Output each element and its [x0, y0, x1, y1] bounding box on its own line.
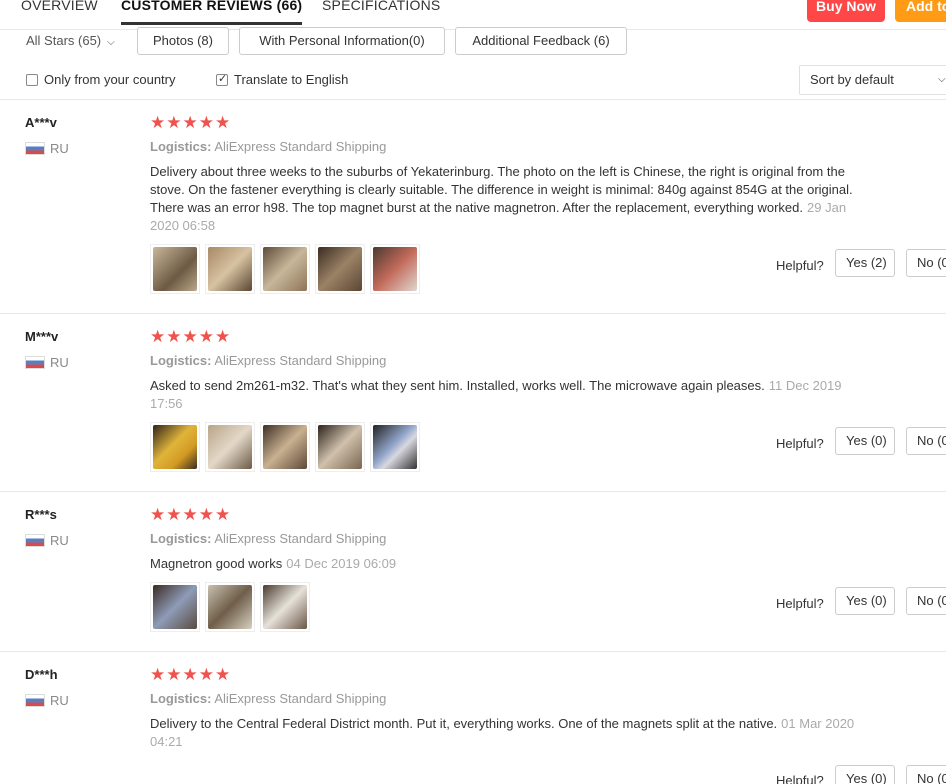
review-photo-thumbnail[interactable] [260, 582, 310, 632]
helpful-no-button[interactable]: No (0) [906, 587, 946, 615]
star-rating: ★★★★★ [150, 113, 232, 132]
review-photo-thumbnail[interactable] [315, 244, 365, 294]
star-rating: ★★★★★ [150, 327, 232, 346]
tab-bar: OVERVIEW CUSTOMER REVIEWS (66) SPECIFICA… [0, 0, 946, 30]
helpful-yes-button[interactable]: Yes (0) [835, 587, 895, 615]
logistics-value: AliExpress Standard Shipping [214, 691, 387, 706]
review-date: 04 Dec 2019 06:09 [286, 556, 397, 571]
country-code: RU [50, 141, 69, 156]
flag-icon [25, 694, 45, 707]
logistics-value: AliExpress Standard Shipping [214, 139, 387, 154]
personal-info-filter-button[interactable]: With Personal Information(0) [239, 27, 445, 55]
star-filter-select[interactable]: All Stars (65) ⌵ [26, 33, 115, 48]
only-country-checkbox[interactable] [26, 73, 38, 86]
review-photo-thumbnail[interactable] [205, 244, 255, 294]
reviewer-country: RU [25, 355, 69, 370]
review-text: Delivery about three weeks to the suburb… [150, 163, 875, 235]
reviewer-name: M***v [25, 329, 59, 344]
reviewer-name: D***h [25, 667, 58, 682]
divider [0, 313, 946, 314]
logistics-info: Logistics: AliExpress Standard Shipping [150, 531, 386, 546]
logistics-label: Logistics: [150, 353, 212, 368]
review-photo-thumbnail[interactable] [260, 422, 310, 472]
review-body: Delivery about three weeks to the suburb… [150, 164, 853, 215]
logistics-label: Logistics: [150, 691, 212, 706]
review-photo-thumbnail[interactable] [370, 422, 420, 472]
review-photos [150, 244, 425, 294]
review-photo-thumbnail[interactable] [315, 422, 365, 472]
logistics-value: AliExpress Standard Shipping [214, 531, 387, 546]
additional-feedback-filter-button[interactable]: Additional Feedback (6) [455, 27, 627, 55]
helpful-label: Helpful? [776, 258, 824, 273]
only-country-label: Only from your country [44, 72, 176, 87]
reviewer-country: RU [25, 533, 69, 548]
sort-select[interactable]: Sort by default ⌵ [799, 65, 946, 95]
add-to-cart-button[interactable]: Add to [895, 0, 946, 22]
logistics-info: Logistics: AliExpress Standard Shipping [150, 353, 386, 368]
translate-option[interactable]: Translate to English [216, 72, 348, 87]
review-body: Magnetron good works [150, 556, 283, 571]
review-photo-thumbnail[interactable] [205, 582, 255, 632]
review-photo-thumbnail[interactable] [370, 244, 420, 294]
tab-overview[interactable]: OVERVIEW [21, 0, 98, 13]
flag-icon [25, 534, 45, 547]
country-code: RU [50, 693, 69, 708]
country-code: RU [50, 355, 69, 370]
review-photo-thumbnail[interactable] [150, 422, 200, 472]
logistics-value: AliExpress Standard Shipping [214, 353, 387, 368]
divider [0, 491, 946, 492]
helpful-yes-button[interactable]: Yes (0) [835, 427, 895, 455]
helpful-label: Helpful? [776, 773, 824, 784]
review-text: Magnetron good works 04 Dec 2019 06:09 [150, 555, 875, 573]
helpful-yes-button[interactable]: Yes (2) [835, 249, 895, 277]
logistics-label: Logistics: [150, 139, 212, 154]
review-photo-thumbnail[interactable] [260, 244, 310, 294]
review-body: Delivery to the Central Federal District… [150, 716, 778, 731]
review-photo-thumbnail[interactable] [150, 582, 200, 632]
helpful-no-button[interactable]: No (0) [906, 427, 946, 455]
buy-now-button[interactable]: Buy Now [807, 0, 885, 22]
reviewer-country: RU [25, 693, 69, 708]
helpful-label: Helpful? [776, 596, 824, 611]
helpful-no-button[interactable]: No (0) [906, 249, 946, 277]
tab-customer-reviews[interactable]: CUSTOMER REVIEWS (66) [121, 0, 303, 25]
logistics-info: Logistics: AliExpress Standard Shipping [150, 691, 386, 706]
reviewer-name: R***s [25, 507, 57, 522]
reviewer-name: A***v [25, 115, 57, 130]
sort-label: Sort by default [810, 72, 894, 87]
helpful-no-button[interactable]: No (0) [906, 765, 946, 784]
chevron-down-icon: ⌵ [107, 37, 115, 48]
flag-icon [25, 142, 45, 155]
translate-checkbox[interactable] [216, 72, 228, 86]
star-rating: ★★★★★ [150, 505, 232, 524]
helpful-yes-button[interactable]: Yes (0) [835, 765, 895, 784]
review-photos [150, 582, 315, 632]
translate-label: Translate to English [234, 72, 349, 87]
chevron-down-icon: ⌵ [938, 74, 946, 85]
logistics-info: Logistics: AliExpress Standard Shipping [150, 139, 386, 154]
star-rating: ★★★★★ [150, 665, 232, 684]
review-body: Asked to send 2m261-m32. That's what the… [150, 378, 765, 393]
reviewer-country: RU [25, 141, 69, 156]
only-country-option[interactable]: Only from your country [26, 72, 176, 87]
helpful-label: Helpful? [776, 436, 824, 451]
tab-specifications[interactable]: SPECIFICATIONS [322, 0, 440, 13]
divider [0, 99, 946, 100]
star-filter-label: All Stars (65) [26, 33, 102, 48]
review-photo-thumbnail[interactable] [150, 244, 200, 294]
divider [0, 651, 946, 652]
photos-filter-button[interactable]: Photos (8) [137, 27, 229, 55]
flag-icon [25, 356, 45, 369]
country-code: RU [50, 533, 69, 548]
review-photos [150, 422, 425, 472]
review-text: Delivery to the Central Federal District… [150, 715, 870, 751]
review-text: Asked to send 2m261-m32. That's what the… [150, 377, 850, 413]
review-photo-thumbnail[interactable] [205, 422, 255, 472]
logistics-label: Logistics: [150, 531, 212, 546]
